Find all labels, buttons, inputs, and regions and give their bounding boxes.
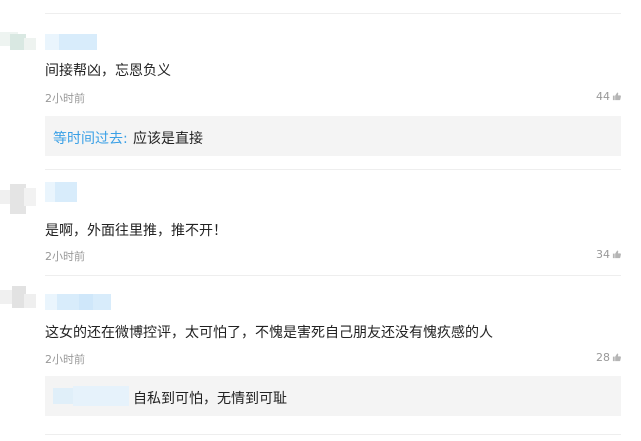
avatar[interactable]: [0, 32, 36, 68]
comment-item: 这女的还在微博控评，太可怕了，不愧是害死自己朋友还没有愧疚感的人 2小时前 28…: [0, 276, 641, 441]
reply-text: 应该是直接: [133, 131, 203, 147]
reply-text: 自私到可怕，无情到可耻: [133, 391, 287, 407]
username[interactable]: [45, 182, 77, 202]
like-button[interactable]: 44: [596, 90, 621, 103]
timestamp: 2小时前: [45, 250, 85, 263]
divider: [45, 434, 621, 435]
comment-text: 是啊，外面往里推，推不开！: [45, 223, 227, 239]
comment-item: 间接帮凶，忘恩负义 2小时前 44 等时间过去: 应该是直接: [0, 0, 641, 170]
reply-author-redacted[interactable]: [45, 376, 133, 416]
thumbs-up-icon: [612, 92, 621, 101]
like-button[interactable]: 28: [596, 351, 621, 364]
comment-text: 这女的还在微博控评，太可怕了，不愧是害死自己朋友还没有愧疚感的人: [45, 325, 493, 341]
username[interactable]: [45, 294, 111, 310]
timestamp: 2小时前: [45, 92, 85, 105]
comment-item: 是啊，外面往里推，推不开！ 2小时前 34: [0, 170, 641, 276]
reply-author[interactable]: 等时间过去:: [53, 128, 128, 148]
like-count: 34: [596, 248, 610, 261]
reply-box: 等时间过去: 应该是直接: [45, 116, 621, 156]
thumbs-up-icon: [612, 250, 621, 259]
like-count: 44: [596, 90, 610, 103]
reply-box: 自私到可怕，无情到可耻: [45, 376, 621, 416]
thumbs-up-icon: [612, 353, 621, 362]
like-count: 28: [596, 351, 610, 364]
timestamp: 2小时前: [45, 353, 85, 366]
comment-text: 间接帮凶，忘恩负义: [45, 63, 171, 79]
avatar[interactable]: [0, 286, 36, 322]
username[interactable]: [45, 34, 97, 50]
like-button[interactable]: 34: [596, 248, 621, 261]
avatar[interactable]: [0, 184, 36, 220]
